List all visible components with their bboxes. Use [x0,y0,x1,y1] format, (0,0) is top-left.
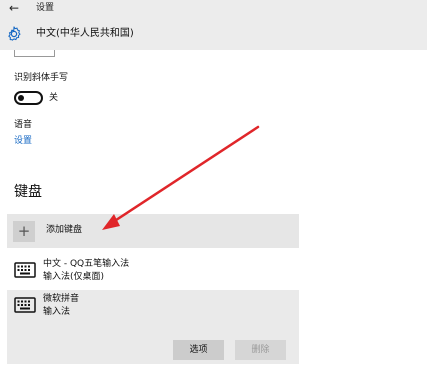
window-titlebar: ← 设置 [0,0,427,17]
keyboard-icon [14,297,36,313]
handwriting-label: 识别斜体手写 [14,73,69,83]
add-keyboard-button[interactable]: + 添加键盘 [7,214,299,248]
window-title: 设置 [36,3,55,13]
keyboard-name: 微软拼音 [43,294,80,304]
keyboard-description: 输入法 [43,307,71,317]
add-keyboard-label: 添加键盘 [46,225,83,235]
voice-label: 语音 [14,120,33,130]
plus-icon: + [13,221,35,242]
page-header: 中文(中华人民共和国) [0,17,427,50]
keyboard-icon [14,262,36,278]
keyboard-name: 中文 - QQ五笔输入法 [43,259,130,269]
keyboard-actions: 选项 删除 [7,324,299,364]
back-arrow-icon[interactable]: ← [9,1,19,15]
toggle-knob [18,95,24,101]
gear-icon [8,26,21,41]
page-title: 中文(中华人民共和国) [36,28,134,39]
italic-handwriting-toggle[interactable] [14,91,43,105]
keyboard-item-qq-wubi[interactable]: 中文 - QQ五笔输入法 输入法(仅桌面) [7,255,299,289]
keyboard-description: 输入法(仅桌面) [43,272,105,282]
previous-control-box[interactable] [14,50,55,57]
remove-button[interactable]: 删除 [235,340,286,360]
keyboard-heading: 键盘 [14,184,42,200]
voice-settings-link[interactable]: 设置 [14,136,32,147]
keyboard-item-microsoft-pinyin[interactable]: 微软拼音 输入法 [7,290,299,324]
options-button[interactable]: 选项 [173,340,224,360]
toggle-state-label: 关 [49,93,59,103]
